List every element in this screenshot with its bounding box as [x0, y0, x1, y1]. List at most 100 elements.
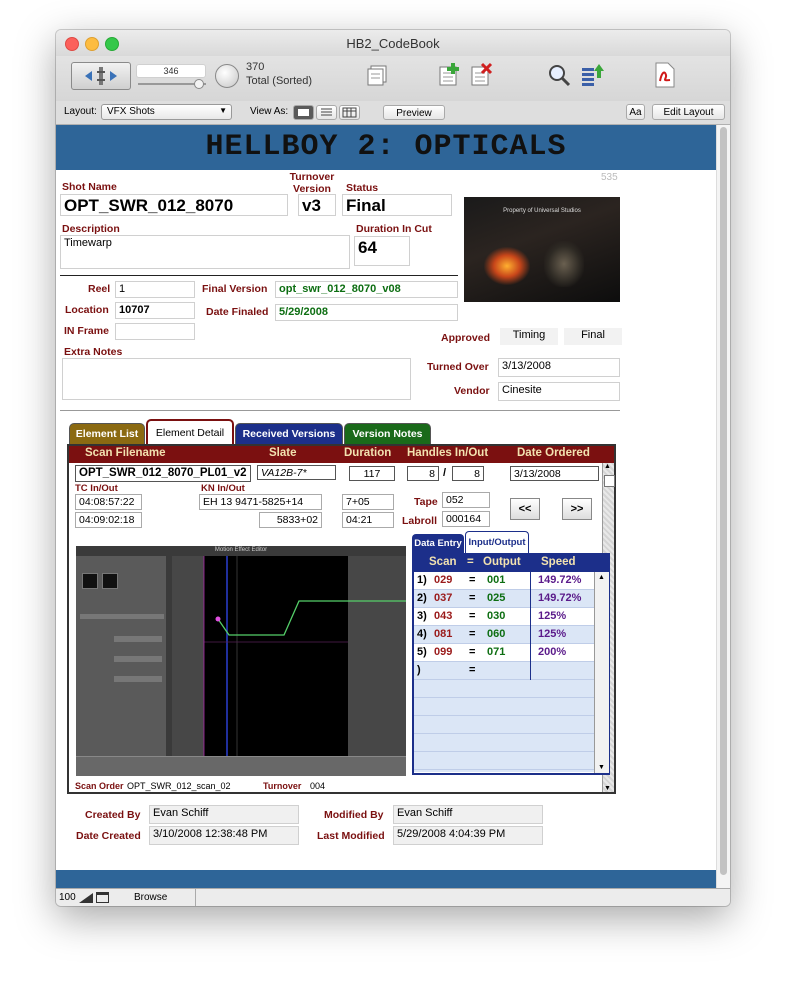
modified-by-label: Modified By [324, 809, 384, 821]
scroll-up-icon[interactable]: ▲ [598, 574, 605, 581]
tab-input-output[interactable]: Input/Output [465, 531, 529, 553]
text-format-button[interactable]: Aa [626, 104, 645, 120]
shot-thumbnail: Property of Universal Studios [464, 197, 620, 302]
edit-layout-button[interactable]: Edit Layout [652, 104, 725, 120]
turnover-version-label: Turnover Version [289, 171, 335, 195]
row-number: 5) [417, 646, 427, 658]
record-id: 535 [601, 172, 618, 183]
description-field[interactable]: Timewarp [60, 235, 350, 269]
pdf-icon[interactable] [652, 61, 678, 89]
tab-version-notes[interactable]: Version Notes [344, 423, 431, 444]
record-book-icon[interactable] [71, 62, 131, 90]
column-divider [530, 590, 531, 608]
approved-label: Approved [441, 332, 491, 344]
table-row[interactable]: 3) 043 = 030 125% [414, 608, 594, 626]
delete-record-icon[interactable] [468, 62, 494, 88]
kn-out-field[interactable]: 5833+02 [259, 512, 322, 528]
view-form-button[interactable] [293, 105, 314, 120]
next-element-button[interactable]: >> [562, 498, 592, 520]
tab-element-list[interactable]: Element List [69, 423, 145, 444]
tc-out-field[interactable]: 04:09:02:18 [75, 512, 142, 528]
table-row[interactable]: 5) 099 = 071 200% [414, 644, 594, 662]
table-row[interactable]: ) = [414, 662, 594, 680]
table-row[interactable]: 4) 081 = 060 125% [414, 626, 594, 644]
handle-out-field[interactable]: 8 [452, 466, 484, 481]
shot-name-label: Shot Name [62, 181, 117, 193]
labroll-field[interactable]: 000164 [442, 511, 490, 527]
output-value: 071 [487, 646, 506, 658]
equals-header: = [467, 556, 474, 568]
thumbnail-caption: Property of Universal Studios [503, 208, 581, 214]
editor-swatch [102, 573, 118, 589]
row-number: 1) [417, 574, 427, 586]
final-version-field[interactable]: opt_swr_012_8070_v08 [275, 281, 458, 298]
shot-name-field[interactable]: OPT_SWR_012_8070 [60, 194, 288, 216]
kn-duration-in-field[interactable]: 7+05 [342, 494, 394, 510]
zoom-level[interactable]: 100 [59, 892, 76, 903]
location-field[interactable]: 10707 [115, 302, 195, 319]
scan-header: Scan [429, 556, 457, 568]
duration-field[interactable]: 117 [349, 466, 395, 481]
output-value: 001 [487, 574, 506, 586]
input-output-table: Scan = Output Speed 1) 029 = 001 149.72% 2) 03… [412, 553, 610, 775]
tab-received-versions[interactable]: Received Versions [235, 423, 343, 444]
table-row[interactable]: 2) 037 = 025 149.72% [414, 590, 594, 608]
date-ordered-field[interactable]: 3/13/2008 [510, 466, 599, 481]
window-scrollbar[interactable] [716, 125, 730, 891]
scroll-thumb[interactable] [604, 475, 615, 487]
preview-button[interactable]: Preview [383, 105, 445, 120]
mode-label: Browse [134, 892, 168, 903]
window-scroll-thumb[interactable] [720, 127, 727, 875]
turned-over-field[interactable]: 3/13/2008 [498, 358, 620, 377]
zoom-icon[interactable] [79, 893, 93, 903]
record-slider-thumb[interactable] [194, 79, 204, 89]
modified-by-field: Evan Schiff [393, 805, 543, 824]
tc-in-field[interactable]: 04:08:57:22 [75, 494, 142, 510]
tab-data-entry[interactable]: Data Entry [412, 534, 464, 553]
kn-in-field[interactable]: EH 13 9471-5825+14 [199, 494, 322, 510]
prev-element-button[interactable]: << [510, 498, 540, 520]
handle-in-field[interactable]: 8 [407, 466, 439, 481]
scan-filename-field[interactable]: OPT_SWR_012_8070_PL01_v2 [75, 465, 251, 482]
table-row[interactable]: 1) 029 = 001 149.72% [414, 572, 594, 590]
sort-icon[interactable] [579, 62, 605, 88]
record-number-field[interactable]: 346 [136, 64, 206, 78]
find-icon[interactable] [546, 62, 572, 88]
new-record-icon[interactable] [436, 62, 462, 88]
status-field[interactable]: Final [342, 194, 452, 216]
row-number: 3) [417, 610, 427, 622]
reel-field[interactable]: 1 [115, 281, 195, 298]
slate-field[interactable]: VA12B-7* [257, 465, 336, 480]
total-label: Total (Sorted) [246, 75, 313, 87]
last-modified-label: Last Modified [317, 830, 385, 842]
kn-duration-out-field[interactable]: 04:21 [342, 512, 394, 528]
speed-value: 149.72% [538, 574, 582, 586]
scroll-down-icon[interactable]: ▼ [604, 785, 611, 792]
handle-separator: / [443, 467, 447, 479]
duration-in-cut-field[interactable]: 64 [354, 236, 410, 266]
view-table-button[interactable] [339, 105, 360, 120]
final-checkbox[interactable]: Final [564, 328, 622, 345]
show-all-icon[interactable] [364, 64, 390, 88]
scroll-up-icon[interactable]: ▲ [604, 463, 611, 470]
layout-select[interactable]: VFX Shots ▼ [101, 104, 232, 120]
toggle-status-icon[interactable] [96, 892, 109, 903]
tab-element-detail[interactable]: Element Detail [146, 419, 234, 444]
extra-notes-field[interactable] [62, 358, 411, 400]
status-bar: 100 Browse [56, 888, 730, 906]
tape-field[interactable]: 052 [442, 492, 490, 508]
date-created-field: 3/10/2008 12:38:48 PM [149, 826, 299, 845]
io-scrollbar[interactable]: ▲ ▼ [594, 572, 609, 773]
in-frame-label: IN Frame [64, 325, 109, 337]
column-divider [530, 608, 531, 626]
date-finaled-field[interactable]: 5/29/2008 [275, 304, 458, 321]
in-frame-field[interactable] [115, 323, 195, 340]
turnover-version-field[interactable]: v3 [298, 194, 336, 216]
view-list-button[interactable] [316, 105, 337, 120]
location-label: Location [65, 304, 109, 316]
scan-value: 037 [434, 592, 453, 604]
vendor-field[interactable]: Cinesite [498, 382, 620, 401]
scroll-down-icon[interactable]: ▼ [598, 764, 605, 771]
timing-checkbox[interactable]: Timing [500, 328, 558, 345]
layout-label: Layout: [64, 106, 97, 117]
